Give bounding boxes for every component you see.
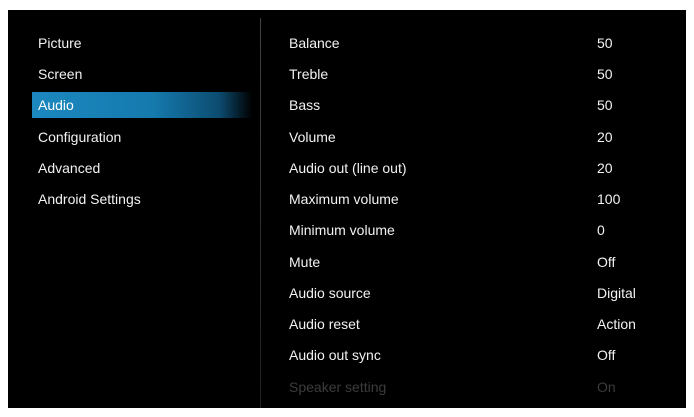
setting-value: Action — [597, 316, 636, 332]
setting-row-mute[interactable]: Mute Off — [261, 247, 686, 278]
setting-label: Volume — [289, 129, 336, 145]
category-sidebar: Picture Screen Audio Configuration Advan… — [8, 10, 260, 408]
setting-label: Bass — [289, 97, 321, 113]
setting-row-audio-source[interactable]: Audio source Digital — [261, 278, 686, 309]
setting-value: 20 — [597, 129, 613, 145]
setting-value: Off — [597, 254, 616, 270]
sidebar-item-audio[interactable]: Audio — [32, 92, 252, 118]
setting-label: Audio source — [289, 285, 371, 301]
setting-value: Digital — [597, 285, 636, 301]
setting-label: Mute — [289, 254, 321, 270]
setting-row-balance[interactable]: Balance 50 — [261, 28, 686, 59]
setting-value: 100 — [597, 191, 621, 207]
sidebar-item-picture[interactable]: Picture — [32, 30, 252, 56]
setting-row-speaker-setting[interactable]: Speaker setting On — [261, 372, 686, 403]
sidebar-item-android-settings[interactable]: Android Settings — [32, 186, 252, 212]
setting-value: On — [597, 379, 616, 395]
setting-label: Treble — [289, 66, 329, 82]
setting-row-volume[interactable]: Volume 20 — [261, 122, 686, 153]
setting-label: Minimum volume — [289, 222, 395, 238]
setting-row-treble[interactable]: Treble 50 — [261, 59, 686, 90]
setting-row-audio-out-sync[interactable]: Audio out sync Off — [261, 340, 686, 371]
setting-label: Speaker setting — [289, 379, 387, 395]
setting-row-audio-out-line-out[interactable]: Audio out (line out) 20 — [261, 153, 686, 184]
setting-value: 20 — [597, 160, 613, 176]
setting-row-audio-reset[interactable]: Audio reset Action — [261, 309, 686, 340]
setting-value: 50 — [597, 35, 613, 51]
sidebar-item-configuration[interactable]: Configuration — [32, 124, 252, 150]
setting-row-bass[interactable]: Bass 50 — [261, 90, 686, 121]
sidebar-item-advanced[interactable]: Advanced — [32, 155, 252, 181]
setting-label: Audio reset — [289, 316, 360, 332]
setting-label: Audio out (line out) — [289, 160, 407, 176]
setting-label: Balance — [289, 35, 340, 51]
setting-row-minimum-volume[interactable]: Minimum volume 0 — [261, 215, 686, 246]
setting-value: 0 — [597, 222, 605, 238]
setting-label: Maximum volume — [289, 191, 399, 207]
sidebar-item-screen[interactable]: Screen — [32, 61, 252, 87]
setting-value: 50 — [597, 66, 613, 82]
audio-settings-list: Balance 50 Treble 50 Bass 50 Volume 20 A… — [261, 10, 686, 408]
setting-row-maximum-volume[interactable]: Maximum volume 100 — [261, 184, 686, 215]
setting-label: Audio out sync — [289, 347, 381, 363]
osd-menu-screen: Picture Screen Audio Configuration Advan… — [8, 10, 686, 408]
setting-value: 50 — [597, 97, 613, 113]
setting-value: Off — [597, 347, 616, 363]
